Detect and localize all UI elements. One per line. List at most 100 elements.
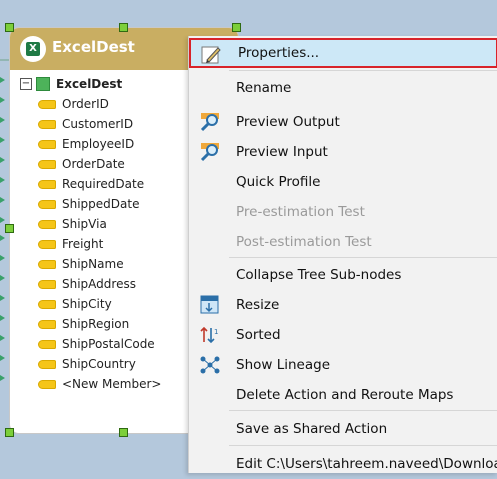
menu-item-label: Sorted bbox=[236, 327, 281, 343]
input-port-icon[interactable] bbox=[0, 97, 5, 103]
resize-handle-top-left[interactable] bbox=[5, 23, 14, 32]
field-element-icon bbox=[38, 99, 56, 109]
field-label: ShipCity bbox=[62, 297, 112, 311]
menu-item-sorted[interactable]: 1 Sorted bbox=[189, 320, 497, 350]
field-element-icon bbox=[38, 299, 56, 309]
tree-field-item[interactable]: CustomerID bbox=[38, 114, 161, 134]
tree-field-item[interactable]: ShipPostalCode bbox=[38, 334, 161, 354]
resize-handle-bottom[interactable] bbox=[119, 428, 128, 437]
menu-item-rename[interactable]: Rename bbox=[189, 73, 497, 103]
input-port-icon[interactable] bbox=[0, 255, 5, 261]
field-label: CustomerID bbox=[62, 117, 134, 131]
tree-field-item[interactable]: Freight bbox=[38, 234, 161, 254]
field-label: OrderID bbox=[62, 97, 109, 111]
sort-icon: 1 bbox=[199, 325, 221, 345]
menu-item-preview-output[interactable]: Preview Output bbox=[189, 107, 497, 137]
menu-item-label: Resize bbox=[236, 297, 280, 313]
resize-icon bbox=[199, 295, 221, 315]
lineage-icon bbox=[199, 355, 221, 375]
menu-item-label: Preview Input bbox=[236, 144, 328, 160]
menu-item-label: Edit C:\Users\tahreem.naveed\Downloa bbox=[236, 456, 497, 472]
menu-item-show-lineage[interactable]: Show Lineage bbox=[189, 350, 497, 380]
menu-item-label: Pre-estimation Test bbox=[236, 204, 365, 220]
input-port-icon[interactable] bbox=[0, 235, 5, 241]
input-port-icon[interactable] bbox=[0, 117, 5, 123]
menu-item-properties[interactable]: Properties... bbox=[189, 38, 497, 68]
field-label: ShipCountry bbox=[62, 357, 136, 371]
menu-item-label: Delete Action and Reroute Maps bbox=[236, 387, 454, 403]
tree-root-label: ExcelDest bbox=[56, 77, 123, 91]
field-label: ShippedDate bbox=[62, 197, 140, 211]
resize-handle-left[interactable] bbox=[5, 224, 14, 233]
field-label: EmployeeID bbox=[62, 137, 135, 151]
tree-field-item[interactable]: ShipAddress bbox=[38, 274, 161, 294]
field-element-icon bbox=[38, 119, 56, 129]
menu-item-collapse-tree-sub-nodes[interactable]: Collapse Tree Sub-nodes bbox=[189, 260, 497, 290]
tree-field-item[interactable]: ShipRegion bbox=[38, 314, 161, 334]
field-label: ShipPostalCode bbox=[62, 337, 155, 351]
menu-item-edit-c-users-tahreem-naveed-downloa[interactable]: Edit C:\Users\tahreem.naveed\Downloa bbox=[189, 449, 497, 479]
field-label: ShipAddress bbox=[62, 277, 136, 291]
field-element-icon bbox=[38, 159, 56, 169]
input-port-icon[interactable] bbox=[0, 137, 5, 143]
component-title: ExcelDest bbox=[52, 38, 135, 56]
field-element-icon bbox=[38, 339, 56, 349]
input-port-icon[interactable] bbox=[0, 275, 5, 281]
menu-item-resize[interactable]: Resize bbox=[189, 290, 497, 320]
input-port-icon[interactable] bbox=[0, 157, 5, 163]
record-icon bbox=[36, 77, 50, 91]
input-port-icon[interactable] bbox=[0, 177, 5, 183]
input-port-icon[interactable] bbox=[0, 375, 5, 381]
menu-item-post-estimation-test: Post-estimation Test bbox=[189, 227, 497, 257]
tree-field-item[interactable]: <New Member> bbox=[38, 374, 161, 394]
input-port-icon[interactable] bbox=[0, 295, 5, 301]
menu-separator bbox=[229, 257, 497, 258]
resize-handle-top[interactable] bbox=[119, 23, 128, 32]
tree-root-node[interactable]: − ExcelDest bbox=[20, 76, 122, 92]
field-label: RequiredDate bbox=[62, 177, 145, 191]
menu-separator bbox=[229, 410, 497, 411]
tree-field-item[interactable]: OrderID bbox=[38, 94, 161, 114]
magnifier-icon bbox=[199, 142, 221, 162]
menu-separator bbox=[229, 445, 497, 446]
resize-handle-bottom-left[interactable] bbox=[5, 428, 14, 437]
tree-field-item[interactable]: EmployeeID bbox=[38, 134, 161, 154]
field-element-icon bbox=[38, 279, 56, 289]
tree-field-item[interactable]: OrderDate bbox=[38, 154, 161, 174]
tree-field-item[interactable]: RequiredDate bbox=[38, 174, 161, 194]
menu-item-label: Rename bbox=[236, 80, 292, 96]
field-list: OrderID CustomerID EmployeeID OrderDate Requ… bbox=[38, 94, 161, 394]
tree-field-item[interactable]: ShipCity bbox=[38, 294, 161, 314]
menu-item-preview-input[interactable]: Preview Input bbox=[189, 137, 497, 167]
menu-separator bbox=[229, 70, 497, 71]
menu-item-quick-profile[interactable]: Quick Profile bbox=[189, 167, 497, 197]
field-label: ShipName bbox=[62, 257, 124, 271]
tree-field-item[interactable]: ShipVia bbox=[38, 214, 161, 234]
input-port-icon[interactable] bbox=[0, 217, 5, 223]
tree-field-item[interactable]: ShipName bbox=[38, 254, 161, 274]
menu-item-label: Save as Shared Action bbox=[236, 421, 388, 437]
input-port-icon[interactable] bbox=[0, 77, 5, 83]
field-element-icon bbox=[38, 179, 56, 189]
pencil-icon bbox=[201, 45, 223, 65]
field-label: <New Member> bbox=[62, 377, 162, 391]
resize-handle-top-right[interactable] bbox=[232, 23, 241, 32]
field-element-icon bbox=[38, 319, 56, 329]
menu-item-save-as-shared-action[interactable]: Save as Shared Action bbox=[189, 414, 497, 444]
field-label: ShipVia bbox=[62, 217, 107, 231]
tree-field-item[interactable]: ShipCountry bbox=[38, 354, 161, 374]
collapse-toggle-icon[interactable]: − bbox=[20, 78, 32, 90]
menu-item-delete-action-and-reroute-maps[interactable]: Delete Action and Reroute Maps bbox=[189, 380, 497, 410]
input-port-icon[interactable] bbox=[0, 335, 5, 341]
menu-item-pre-estimation-test: Pre-estimation Test bbox=[189, 197, 497, 227]
field-element-icon bbox=[38, 259, 56, 269]
input-port-icon[interactable] bbox=[0, 197, 5, 203]
field-element-icon bbox=[38, 219, 56, 229]
excel-logo-icon: X bbox=[20, 36, 46, 62]
menu-item-label: Quick Profile bbox=[236, 174, 321, 190]
field-element-icon bbox=[38, 239, 56, 249]
tree-field-item[interactable]: ShippedDate bbox=[38, 194, 161, 214]
input-port-icon[interactable] bbox=[0, 315, 5, 321]
input-port-icon[interactable] bbox=[0, 355, 5, 361]
field-label: OrderDate bbox=[62, 157, 125, 171]
